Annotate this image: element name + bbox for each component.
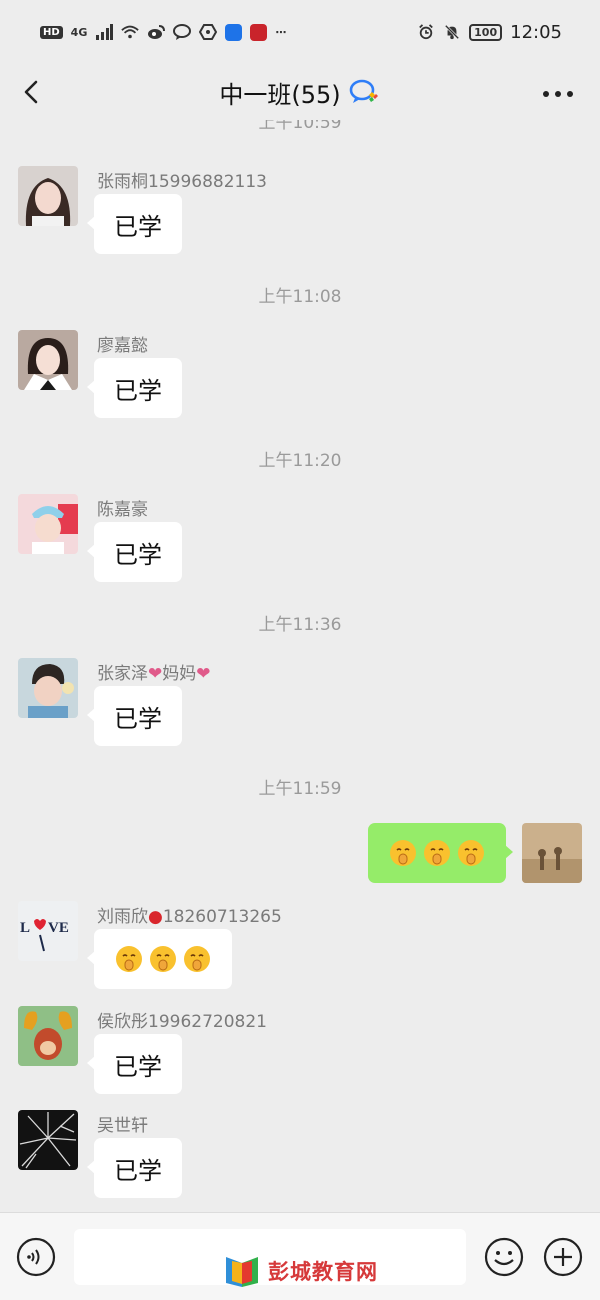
- shush-face-emoji: [184, 946, 210, 972]
- status-right: 100 12:05: [417, 22, 562, 43]
- avatar-photo: [18, 494, 78, 554]
- avatar[interactable]: [18, 1110, 78, 1170]
- sender-name-part: 妈妈: [162, 664, 197, 684]
- avatar-photo: [18, 1110, 78, 1170]
- timestamp: 上午11:59: [258, 779, 342, 799]
- svg-text:VE: VE: [48, 920, 69, 936]
- status-left: HD 4G ⋯: [40, 23, 287, 41]
- watermark-text: 彭城教育网: [268, 1259, 378, 1284]
- hands-heart-emoji: ❤: [148, 664, 163, 684]
- chevron-left-icon[interactable]: [18, 76, 48, 108]
- more-horizontal-icon[interactable]: [542, 90, 574, 98]
- emoji-row: [114, 944, 212, 974]
- status-bar: HD 4G ⋯ 100 12:05: [0, 0, 600, 64]
- avatar-photo: [522, 823, 582, 883]
- sender-name: 陈嘉豪: [97, 500, 148, 520]
- hd-badge: HD: [40, 25, 63, 39]
- my-message-bubble[interactable]: [368, 823, 513, 883]
- more-dots-icon: ⋯: [275, 25, 287, 39]
- enterprise-group-icon[interactable]: [347, 77, 381, 107]
- avatar[interactable]: [18, 494, 78, 554]
- wifi-icon: [121, 25, 140, 39]
- sender-name: 张家泽❤妈妈❤: [97, 659, 211, 684]
- sender-name-part: 张家泽: [97, 664, 148, 684]
- chat-header: 中一班(55): [0, 64, 600, 120]
- sender-name: 吴世轩: [97, 1116, 148, 1136]
- timestamp: 上午11:08: [258, 287, 342, 307]
- avatar[interactable]: [18, 1006, 78, 1066]
- sender-name-part: 刘雨欣: [97, 907, 148, 927]
- avatar-photo: [18, 330, 78, 390]
- avatar[interactable]: [18, 166, 78, 226]
- timestamp: 上午11:36: [258, 615, 342, 635]
- message-bubble[interactable]: 已学: [87, 358, 182, 418]
- chat-title[interactable]: 中一班(55): [219, 75, 340, 110]
- message-bubble[interactable]: 已学: [87, 194, 182, 254]
- avatar-photo: [18, 658, 78, 718]
- shush-face-emoji: [150, 946, 176, 972]
- avatar-photo: L VE: [18, 901, 78, 961]
- signal-icon: [96, 24, 114, 40]
- mute-icon: [444, 24, 460, 40]
- sender-name: 廖嘉懿: [97, 336, 148, 356]
- shush-face-emoji: [390, 840, 416, 866]
- timestamp: 上午10:59: [258, 120, 342, 133]
- timestamp: 上午11:20: [258, 451, 342, 471]
- sender-name: 刘雨欣●18260713265: [97, 902, 282, 927]
- avatar[interactable]: [18, 330, 78, 390]
- emoji-row: [388, 838, 486, 868]
- chat-app-icon: [173, 24, 192, 40]
- avatar-photo: [18, 166, 78, 226]
- clock: 12:05: [510, 21, 562, 43]
- message-bubble[interactable]: 已学: [87, 686, 182, 746]
- avatar[interactable]: L VE: [18, 901, 78, 961]
- chat-message-list[interactable]: 上午10:59 张雨桐15996882113 已学 上午11:08 廖嘉懿 已学…: [0, 120, 600, 1212]
- watermark: 彭城教育网: [222, 1253, 378, 1289]
- hexagon-app-icon: [199, 24, 218, 40]
- sender-name: 张雨桐15996882113: [97, 172, 267, 192]
- svg-text:L: L: [20, 920, 30, 936]
- avatar-photo: [18, 1006, 78, 1066]
- feishu-icon: [225, 23, 243, 41]
- alarm-icon: [419, 24, 434, 40]
- message-bubble[interactable]: [87, 929, 232, 989]
- emoji-icon[interactable]: [484, 1237, 524, 1277]
- my-avatar[interactable]: [522, 823, 582, 883]
- message-bubble[interactable]: 已学: [87, 522, 182, 582]
- weibo-icon: [148, 25, 166, 39]
- message-bubble[interactable]: 已学: [87, 1138, 182, 1198]
- book-logo-icon: [226, 1257, 258, 1287]
- hands-heart-emoji: ❤: [196, 664, 211, 684]
- sender-name: 侯欣彤19962720821: [97, 1012, 267, 1032]
- message-bubble[interactable]: 已学: [87, 1034, 182, 1094]
- shush-face-emoji: [458, 840, 484, 866]
- shush-face-emoji: [424, 840, 450, 866]
- plus-circle-icon[interactable]: [543, 1237, 583, 1277]
- title-group: 中一班(55): [219, 75, 380, 110]
- battery-indicator: 100: [469, 23, 503, 41]
- voice-icon[interactable]: [16, 1237, 56, 1277]
- avatar[interactable]: [18, 658, 78, 718]
- shush-face-emoji: [116, 946, 142, 972]
- red-app-icon: [250, 23, 268, 41]
- network-type: 4G: [70, 25, 88, 39]
- sender-name-part: 18260713265: [162, 907, 282, 927]
- apple-emoji: ●: [148, 907, 163, 927]
